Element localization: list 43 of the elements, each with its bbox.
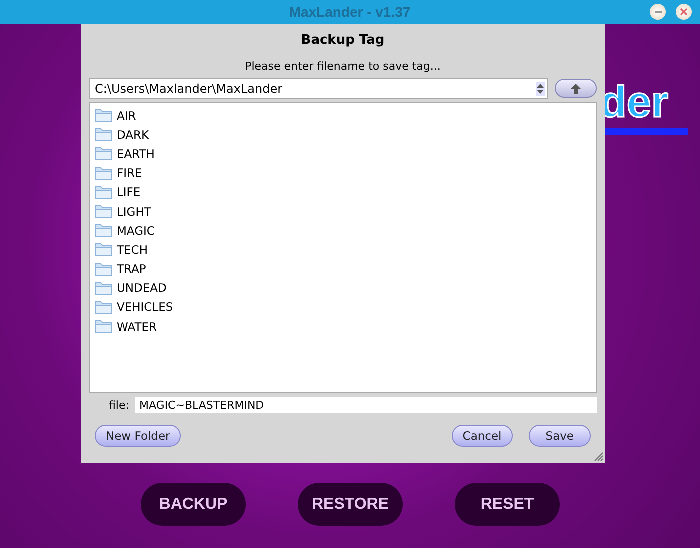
folder-item[interactable]: WATER <box>95 317 591 336</box>
folder-icon <box>95 146 113 162</box>
close-icon <box>680 8 688 16</box>
path-dropdown[interactable]: C:\Users\Maxlander\MaxLander <box>89 78 548 99</box>
folder-icon <box>95 166 113 181</box>
folder-icon <box>95 204 113 220</box>
folder-item[interactable]: DARK <box>95 125 591 144</box>
folder-item[interactable]: VEHICLES <box>95 298 591 318</box>
folder-item[interactable]: TECH <box>95 240 591 260</box>
folder-icon <box>95 300 113 315</box>
folder-item[interactable]: UNDEAD <box>95 278 591 298</box>
action-button[interactable]: RESET <box>455 483 560 526</box>
prompt-text: Please enter filename to save tag... <box>244 60 442 73</box>
folder-icon <box>95 242 113 258</box>
minimize-button[interactable] <box>650 4 666 20</box>
spinner-arrows-icon <box>536 82 545 96</box>
window-title: MaxLander - v1.37 <box>289 4 411 20</box>
action-button[interactable]: RESTORE <box>298 483 403 526</box>
new-folder-button[interactable]: New Folder <box>95 425 182 447</box>
dialog-title: Backup Tag <box>300 32 386 50</box>
resize-grip-icon <box>592 450 604 462</box>
action-button[interactable]: BACKUP <box>141 483 246 526</box>
file-name-field[interactable]: MAGIC~BLASTERMIND <box>135 397 597 413</box>
close-button[interactable] <box>676 4 692 20</box>
folder-icon <box>95 319 113 334</box>
folder-item[interactable]: EARTH <box>95 144 591 164</box>
folder-icon <box>95 223 113 238</box>
cancel-button[interactable]: Cancel <box>452 425 513 447</box>
folder-icon <box>95 262 113 277</box>
parent-folder-button[interactable] <box>555 79 597 98</box>
save-button[interactable]: Save <box>528 425 591 447</box>
folder-item[interactable]: LIGHT <box>95 202 591 222</box>
folder-item[interactable]: LIFE <box>95 182 591 202</box>
up-arrow-icon <box>570 82 582 94</box>
folder-icon <box>95 184 113 200</box>
folder-item[interactable]: MAGIC <box>95 221 591 240</box>
folder-icon <box>95 280 113 296</box>
folder-item[interactable]: FIRE <box>95 164 591 183</box>
folder-item[interactable]: AIR <box>95 106 591 126</box>
file-label: file: <box>109 398 130 412</box>
folder-item[interactable]: TRAP <box>95 260 591 279</box>
folder-icon <box>95 127 113 142</box>
folder-icon <box>95 108 113 124</box>
